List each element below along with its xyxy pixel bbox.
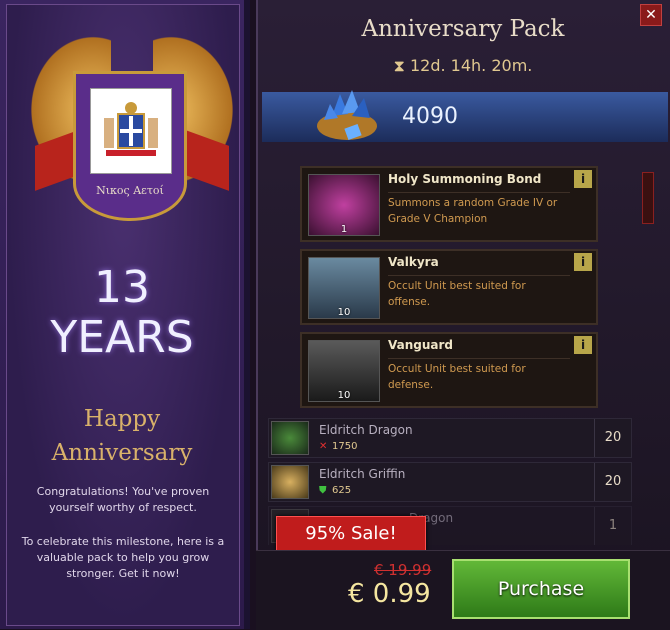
congrats-text: Congratulations! You've proven yourself … <box>36 485 210 514</box>
gems-amount: 4090 <box>402 104 458 129</box>
anniversary-line: Anniversary <box>51 440 193 466</box>
info-icon[interactable]: i <box>574 170 592 188</box>
sale-badge: 95% Sale! <box>276 516 426 552</box>
guild-crest-icon <box>90 88 172 174</box>
list-item: Eldritch Griffin ⛊ 625 20 <box>268 462 632 502</box>
reward-qty: 10 <box>337 390 351 401</box>
years-number: 13 <box>94 262 150 313</box>
eldritch-griffin-icon <box>271 465 309 499</box>
summoning-bond-icon: 1 <box>308 174 380 236</box>
eldritch-dragon-icon <box>271 421 309 455</box>
pack-title: Anniversary Pack <box>361 16 565 42</box>
old-price: € 19.99 <box>374 561 432 579</box>
reward-name: Valkyra <box>388 255 439 269</box>
unit-count: 20 <box>594 419 631 457</box>
anniversary-banner: Νικος Αετοί 13 YEARS Happy Anniversary C… <box>0 0 250 629</box>
unit-power: ⛊ 625 <box>319 485 351 496</box>
unit-power: ✕ 1750 <box>319 441 357 452</box>
happy-anniversary-heading: Happy Anniversary <box>0 402 244 470</box>
reward-desc: Occult Unit best suited for offense. <box>388 275 570 310</box>
guild-shield: Νικος Αετοί <box>73 71 187 221</box>
purchase-button[interactable]: Purchase <box>452 559 630 619</box>
new-price: € 0.99 <box>348 579 431 609</box>
reward-card: 10 Vanguard Occult Unit best suited for … <box>300 332 598 408</box>
pack-timer: ⧗ 12d. 14h. 20m. <box>258 56 668 76</box>
gems-bar: 4090 <box>262 90 668 142</box>
reward-card: 1 Holy Summoning Bond Summons a random G… <box>300 166 598 242</box>
unit-power-value: 1750 <box>332 441 358 452</box>
vanguard-icon: 10 <box>308 340 380 402</box>
reward-qty: 10 <box>337 307 351 318</box>
celebrate-text: To celebrate this milestone, here is a v… <box>21 535 225 580</box>
unit-name: Eldritch Dragon <box>319 423 413 437</box>
reward-desc: Summons a random Grade IV or Grade V Cha… <box>388 192 570 227</box>
reward-name: Holy Summoning Bond <box>388 172 542 186</box>
unit-count: 20 <box>594 463 631 501</box>
happy-line: Happy <box>83 406 161 432</box>
list-item: Eldritch Dragon ✕ 1750 20 <box>268 418 632 458</box>
valkyra-icon: 10 <box>308 257 380 319</box>
timer-text: 12d. 14h. 20m. <box>409 56 533 75</box>
info-icon[interactable]: i <box>574 336 592 354</box>
sword-icon: ✕ <box>319 441 328 452</box>
purchase-footer: € 19.99 € 0.99 Purchase <box>256 550 670 630</box>
reward-card: 10 Valkyra Occult Unit best suited for o… <box>300 249 598 325</box>
unit-power-value: 625 <box>332 485 352 496</box>
years-label: YEARS <box>50 312 194 363</box>
guild-name: Νικος Αετοί <box>96 184 164 197</box>
unit-name: Eldritch Griffin <box>319 467 406 481</box>
reward-desc: Occult Unit best suited for defense. <box>388 358 570 393</box>
info-icon[interactable]: i <box>574 253 592 271</box>
gem-bowl-icon <box>317 90 377 141</box>
reward-name: Vanguard <box>388 338 454 352</box>
unit-count: 1 <box>594 507 631 545</box>
reward-list: 1 Holy Summoning Bond Summons a random G… <box>262 150 668 545</box>
hourglass-icon: ⧗ <box>393 56 405 75</box>
reward-qty: 1 <box>340 224 348 235</box>
shield-icon: ⛊ <box>319 485 327 496</box>
